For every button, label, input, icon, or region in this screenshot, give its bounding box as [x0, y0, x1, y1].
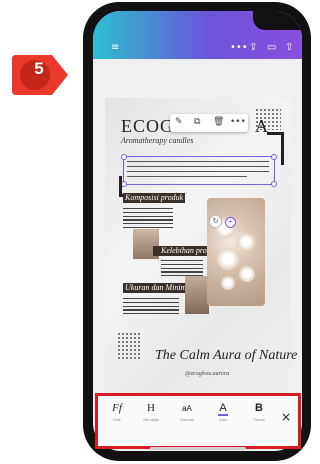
resize-handle[interactable]: [271, 181, 277, 187]
menu-icon[interactable]: ≡: [111, 42, 119, 53]
step-number: 5: [34, 59, 44, 78]
design-subtitle[interactable]: Aromatherapy candles: [121, 136, 193, 145]
rotate-icon[interactable]: ↻: [209, 215, 222, 228]
copy-icon[interactable]: ⧉: [194, 117, 200, 127]
add-icon[interactable]: +: [225, 217, 236, 228]
section-body[interactable]: [123, 298, 179, 317]
share-icon[interactable]: ⇪: [249, 42, 257, 53]
phone-screen: ≡ ••• ⇪ ▭ ⇧ ECOG A Aromatherapy candles …: [93, 11, 302, 451]
edit-icon[interactable]: ✎: [175, 117, 183, 127]
design-canvas[interactable]: ECOG A Aromatherapy candles ✎ ⧉ 🗑 ••• Ko…: [105, 98, 297, 394]
highlight-outline: [95, 393, 301, 449]
phone-notch: [253, 11, 302, 30]
upload-icon[interactable]: ⇧: [285, 42, 293, 53]
product-photo[interactable]: [185, 276, 209, 314]
design-tagline[interactable]: The Calm Aura of Nature: [155, 348, 297, 364]
decor-dots: [117, 332, 141, 360]
home-indicator: [150, 447, 246, 450]
more-icon[interactable]: •••: [230, 42, 248, 53]
section-title[interactable]: Komposisi produk: [125, 193, 183, 202]
present-icon[interactable]: ▭: [267, 42, 276, 53]
design-handle[interactable]: @ecogloss.aurora: [185, 371, 229, 377]
more-icon[interactable]: •••: [230, 117, 246, 127]
resize-handle[interactable]: [271, 154, 277, 160]
design-title[interactable]: ECOG: [121, 116, 174, 137]
section-body[interactable]: [123, 208, 173, 231]
resize-handle[interactable]: [121, 154, 127, 160]
selected-text-box[interactable]: [121, 154, 277, 187]
delete-icon[interactable]: 🗑: [213, 117, 224, 127]
context-menu: ✎ ⧉ 🗑 •••: [170, 114, 248, 132]
